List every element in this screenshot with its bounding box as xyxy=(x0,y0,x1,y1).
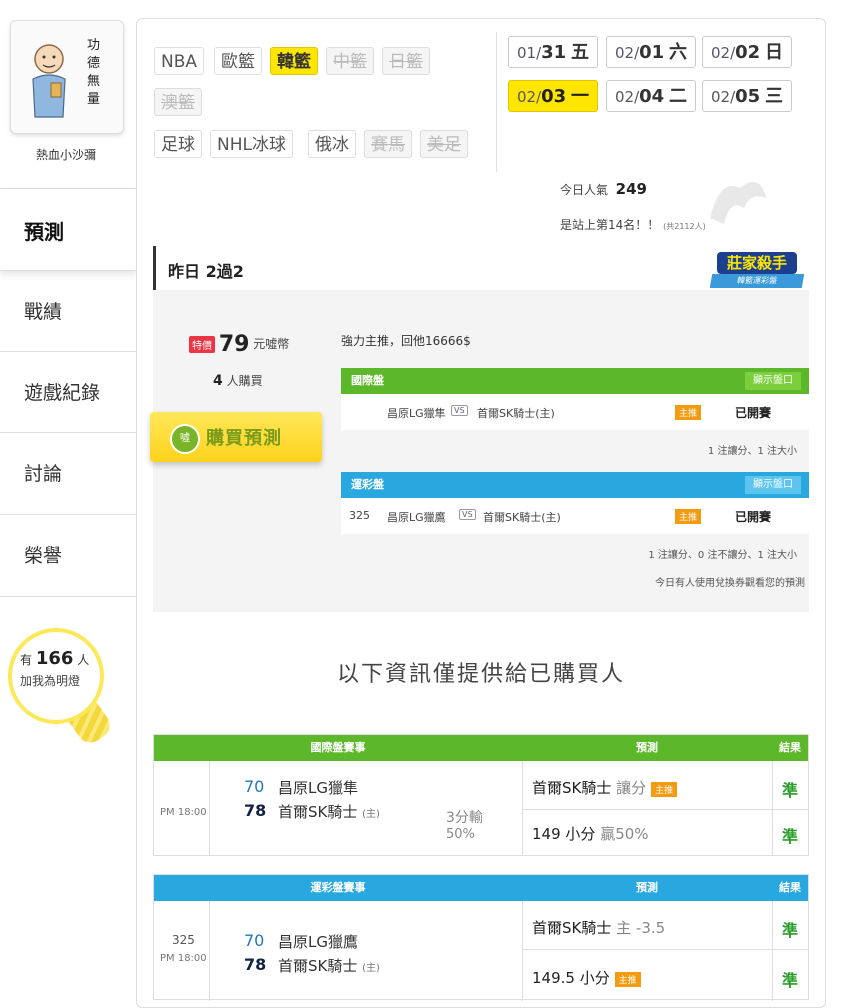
intl-table: 國際盤賽事 預測 結果 PM 18:00 70 昌原LG獵隼 78 首爾SK騎士… xyxy=(153,734,809,856)
league-nhl[interactable]: NHL冰球 xyxy=(210,130,293,158)
home-score: 78 xyxy=(244,801,267,820)
buy-prediction-button[interactable]: 噓 購買預測 xyxy=(150,412,322,462)
avatar[interactable]: 功德無量 xyxy=(10,20,124,134)
bookie-killer-badge: 莊家殺手 韓籃運彩盤 xyxy=(709,250,805,294)
date-0205[interactable]: 02/05 三 xyxy=(702,80,792,112)
coin-icon: 噓 xyxy=(170,424,200,454)
prediction-total: 149.5 小分 主推 xyxy=(532,967,641,988)
yesterday-panel: 昨日 2過2 莊家殺手 韓籃運彩盤 特價 79 元噓幣 4 人購買 噓 購買預測… xyxy=(150,246,809,612)
match-code: 325 xyxy=(172,933,195,947)
coupon-note: 今日有人使用兌換券觀看您的預測 xyxy=(655,578,805,589)
league-horse[interactable]: 賽馬 xyxy=(364,130,412,158)
result: 準 xyxy=(782,827,799,846)
show-odds-button[interactable]: 顯示盤口 xyxy=(745,476,801,494)
league-korea[interactable]: 韓籃 xyxy=(270,47,318,75)
popularity: 今日人氣 249 xyxy=(560,180,647,198)
intl-note: 1 注讓分、1 注大小 xyxy=(707,446,797,457)
divider xyxy=(0,596,136,597)
match-row: 325 昌原LG獵鷹 VS 首爾SK騎士(主) 主推 已開賽 xyxy=(349,509,772,524)
sport-table: 運彩盤賽事 預測 結果 325 PM 18:00 70 昌原LG獵鷹 78 首爾… xyxy=(153,874,809,1001)
prediction-spread: 首爾SK騎士 讓分 主推 xyxy=(532,777,677,798)
vs-icon: VS xyxy=(451,405,468,416)
fans-count: 166 xyxy=(35,648,74,669)
league-china[interactable]: 中籃 xyxy=(326,47,374,75)
divider xyxy=(496,32,497,172)
match-row: 昌原LG獵隼 VS 首爾SK騎士(主) 主推 已開賽 xyxy=(387,405,772,420)
league-euro[interactable]: 歐籃 xyxy=(214,47,262,75)
vs-icon: VS xyxy=(459,509,476,520)
away-team: 昌原LG獵鷹 xyxy=(278,933,358,951)
margin: 3分輸 xyxy=(446,810,483,826)
fans-suffix: 人 xyxy=(77,653,90,667)
decorative-bg-icon xyxy=(710,181,766,224)
date-0202[interactable]: 02/02 日 xyxy=(702,36,792,68)
prediction-spread: 首爾SK騎士 主 -3.5 xyxy=(532,919,666,937)
nav-predict[interactable]: 預測 xyxy=(0,190,136,270)
league-nba[interactable]: NBA xyxy=(154,47,205,75)
nav-record[interactable]: 戰績 xyxy=(0,270,136,350)
home-score: 78 xyxy=(244,955,267,974)
date-0203[interactable]: 02/03 一 xyxy=(508,80,598,112)
yesterday-title: 昨日 2過2 xyxy=(168,262,244,281)
status: 已開賽 xyxy=(735,510,772,524)
buyers-only-title: 以下資訊僅提供給已購買人 xyxy=(336,662,625,687)
away-team: 昌原LG獵隼 xyxy=(278,779,358,797)
sport-note: 1 注讓分、0 注不讓分、1 注大小 xyxy=(648,550,797,561)
popularity-rank: 是站上第14名！！ (共2112人) xyxy=(560,218,706,232)
panel-header: 昨日 2過2 莊家殺手 韓籃運彩盤 xyxy=(153,246,809,290)
nav-discussion[interactable]: 討論 xyxy=(0,432,136,512)
away-score: 70 xyxy=(244,931,265,950)
league-nfl[interactable]: 美足 xyxy=(420,130,468,158)
price: 特價 79 元噓幣 xyxy=(189,332,289,357)
fan-bulb[interactable]: 有 166 人 加我為明燈 xyxy=(8,628,118,748)
margin-pct: 50% xyxy=(446,827,475,842)
avatar-caption: 功德無量 xyxy=(87,38,101,107)
league-japan[interactable]: 日籃 xyxy=(382,47,430,75)
show-odds-button[interactable]: 顯示盤口 xyxy=(745,372,801,390)
away-score: 70 xyxy=(244,777,265,796)
date-0131[interactable]: 01/31 五 xyxy=(508,36,598,68)
league-australia[interactable]: 澳籃 xyxy=(154,88,202,116)
league-soccer[interactable]: 足球 xyxy=(154,130,202,158)
status: 已開賽 xyxy=(735,406,772,420)
fans-prefix: 有 xyxy=(20,653,33,667)
nav-game-history[interactable]: 遊戲紀錄 xyxy=(0,351,136,431)
popularity-value: 249 xyxy=(615,180,647,198)
headline: 強力主推，回他16666$ xyxy=(341,334,471,348)
buyers: 4 人購買 xyxy=(213,373,263,389)
result: 準 xyxy=(782,781,799,800)
match-time: PM 18:00 xyxy=(160,953,207,964)
intl-summary: 國際盤 顯示盤口 昌原LG獵隼 VS 首爾SK騎士(主) 主推 已開賽 xyxy=(341,368,809,430)
date-0204[interactable]: 02/04 二 xyxy=(606,80,696,112)
prediction-total: 149 小分 贏50% xyxy=(532,825,649,843)
date-0201[interactable]: 02/01 六 xyxy=(606,36,696,68)
fans-caption: 加我為明燈 xyxy=(20,674,81,688)
league-khl[interactable]: 俄冰 xyxy=(308,130,356,158)
sport-summary: 運彩盤 顯示盤口 325 昌原LG獵鷹 VS 首爾SK騎士(主) 主推 已開賽 xyxy=(341,472,809,534)
username[interactable]: 熱血小沙彌 xyxy=(20,146,112,163)
result: 準 xyxy=(782,921,799,940)
nav-honor[interactable]: 榮譽 xyxy=(0,514,136,594)
home-team: 首爾SK騎士 (主) xyxy=(278,803,380,821)
divider xyxy=(0,188,136,189)
result: 準 xyxy=(782,971,799,990)
match-time: PM 18:00 xyxy=(160,807,207,818)
home-team: 首爾SK騎士 (主) xyxy=(278,957,380,975)
